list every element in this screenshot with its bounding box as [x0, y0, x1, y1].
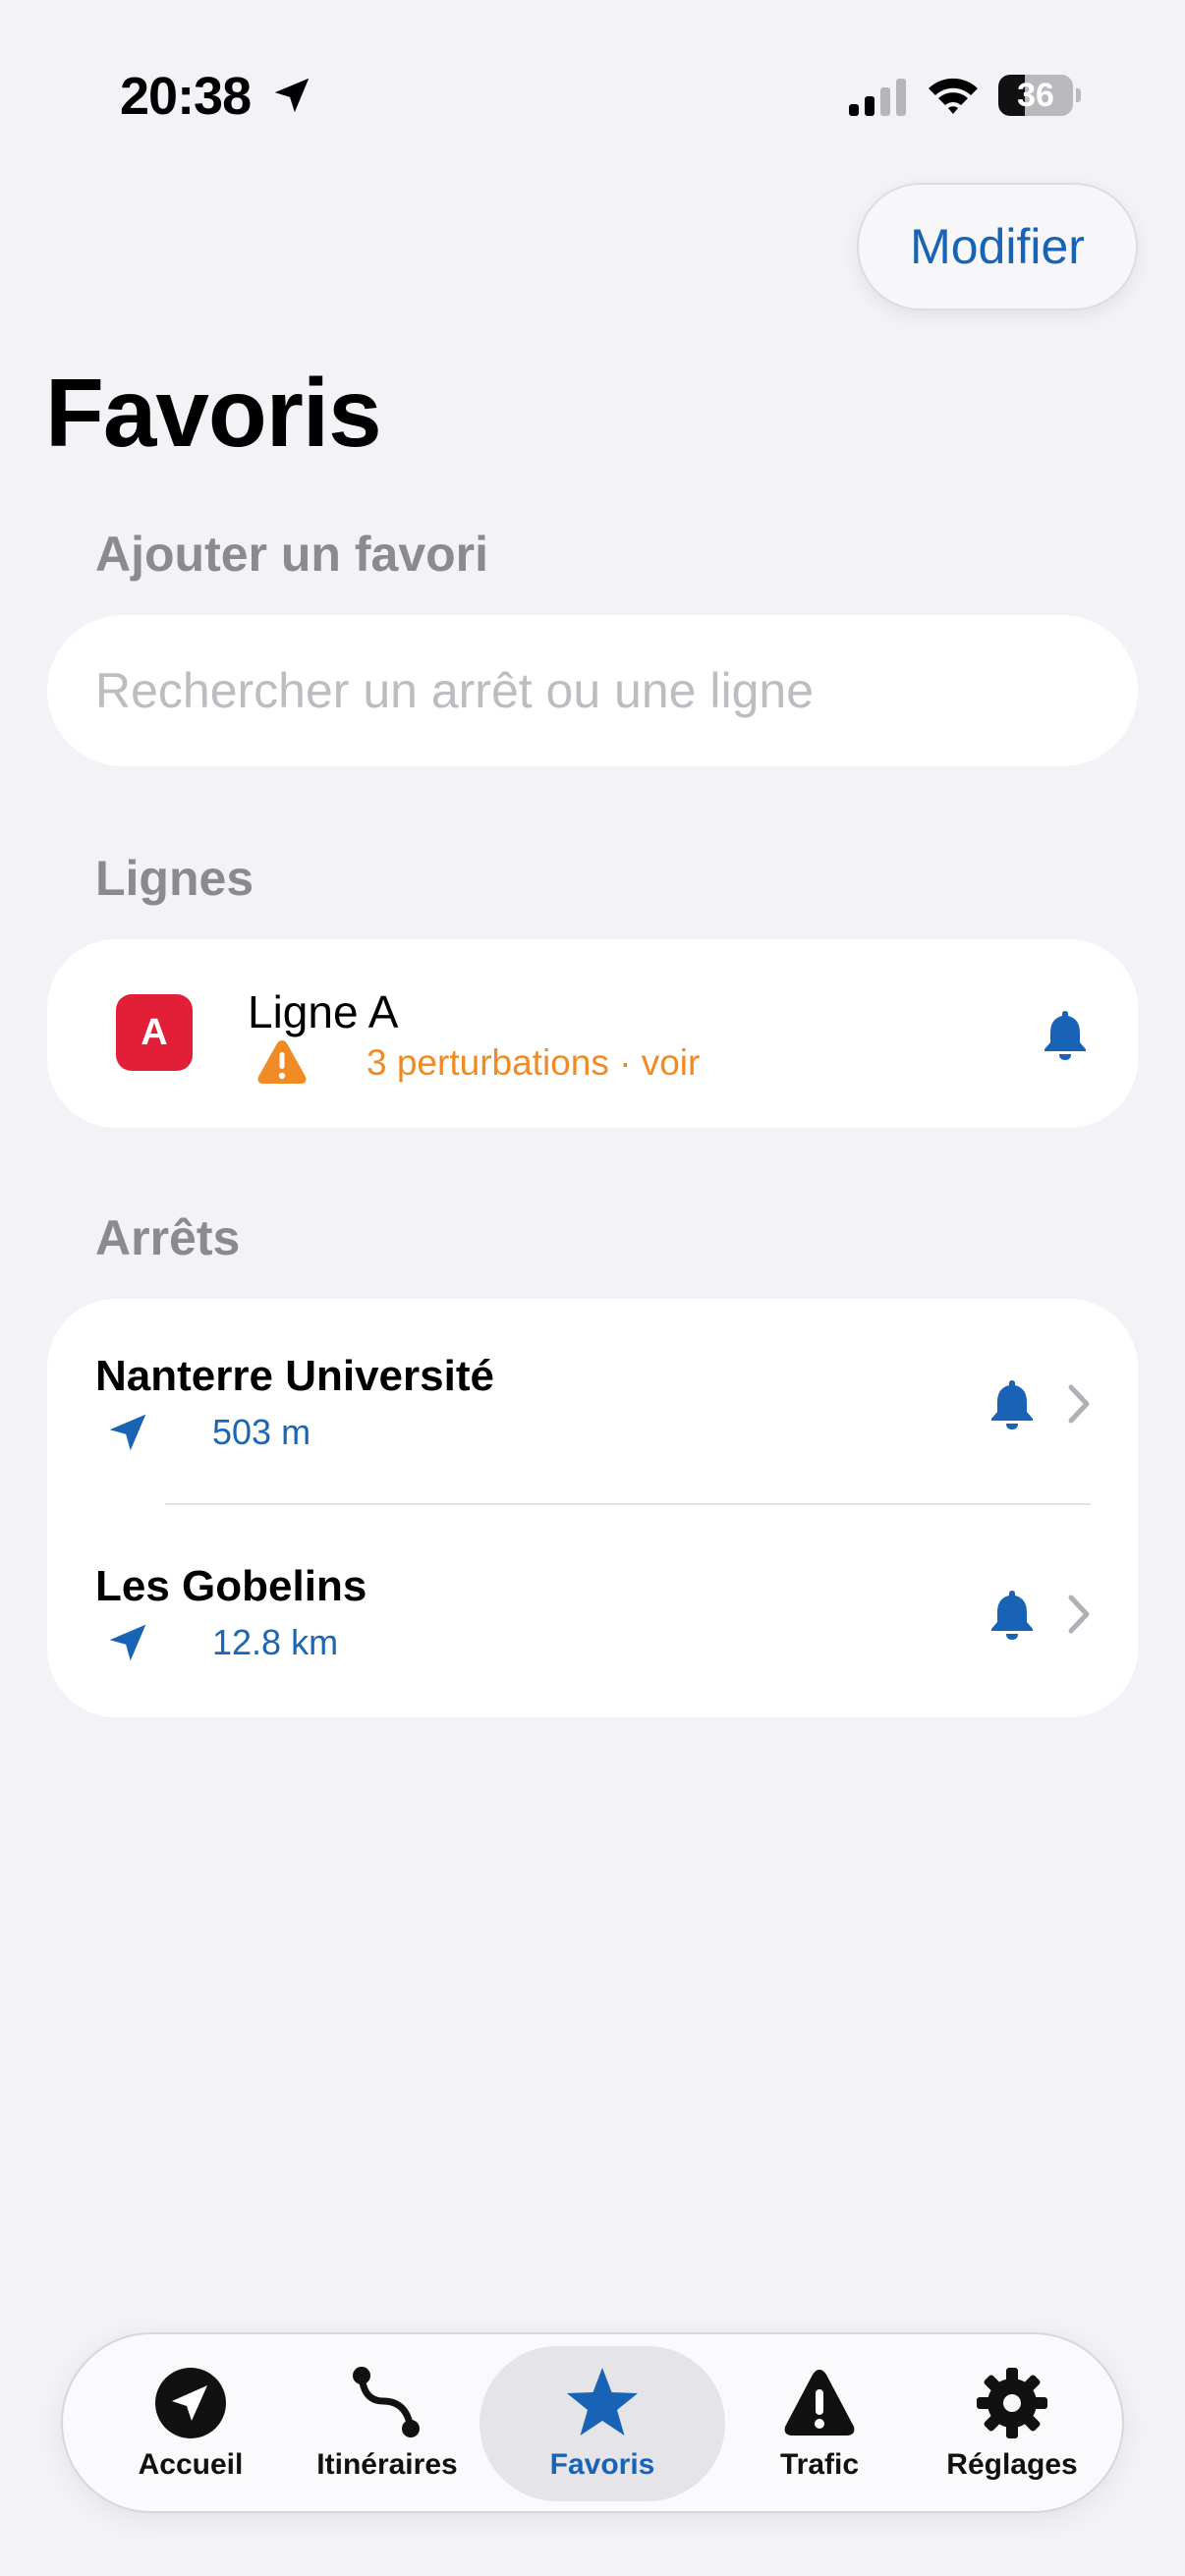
tab-trafic[interactable]: Trafic [721, 2334, 918, 2511]
location-arrow-icon [274, 78, 310, 113]
stop-distance: 503 m [212, 1412, 311, 1452]
page-title: Favoris [45, 359, 382, 467]
warning-triangle-icon [784, 2370, 855, 2436]
search-input[interactable]: Rechercher un arrêt ou une ligne [47, 615, 1138, 766]
tab-accueil[interactable]: Accueil [92, 2334, 289, 2511]
location-arrow-icon [109, 1624, 146, 1661]
gear-icon [977, 2368, 1047, 2438]
stops-card: Nanterre Université 503 m Les Gobelins 1… [47, 1299, 1138, 1717]
tab-label: Réglages [946, 2448, 1078, 2481]
tab-label: Itinéraires [316, 2448, 458, 2481]
stop-divider [165, 1503, 1091, 1505]
chevron-right-icon [1068, 1595, 1090, 1634]
line-badge: A [116, 994, 193, 1071]
tab-label: Accueil [138, 2448, 244, 2481]
stop-name: Les Gobelins [95, 1562, 367, 1610]
tab-reglages[interactable]: Réglages [914, 2334, 1110, 2511]
battery-percentage: 36 [1017, 77, 1054, 114]
location-arrow-icon [109, 1414, 146, 1451]
line-name: Ligne A [248, 986, 399, 1037]
line-disruption-status[interactable]: 3 perturbations · voir [367, 1041, 700, 1085]
tab-label: Favoris [549, 2448, 655, 2481]
bell-icon[interactable] [1042, 1008, 1089, 1061]
wifi-icon [929, 78, 978, 114]
line-card-ligne-a[interactable]: A Ligne A 3 perturbations · voir [47, 939, 1138, 1128]
route-icon [353, 2367, 420, 2437]
tab-itineraires[interactable]: Itinéraires [289, 2334, 485, 2511]
stop-distance: 12.8 km [212, 1622, 339, 1662]
status-time: 20:38 [120, 67, 252, 126]
tab-label: Trafic [779, 2448, 860, 2481]
navigation-circle-icon [155, 2368, 226, 2438]
stop-row-nanterre-universite[interactable]: Nanterre Université 503 m [47, 1299, 1138, 1509]
section-header-add-favorite: Ajouter un favori [95, 527, 489, 582]
chevron-right-icon [1068, 1384, 1090, 1424]
bell-icon[interactable] [988, 1588, 1036, 1641]
stop-row-les-gobelins[interactable]: Les Gobelins 12.8 km [47, 1509, 1138, 1719]
bell-icon[interactable] [988, 1377, 1036, 1430]
tab-bar: Accueil Itinéraires Favoris Trafic Régla… [61, 2332, 1124, 2513]
status-bar: 20:38 36 [0, 0, 1185, 187]
stop-name: Nanterre Université [95, 1352, 494, 1400]
edit-button[interactable]: Modifier [857, 183, 1138, 310]
warning-icon [257, 1040, 307, 1084]
cellular-signal-icon [849, 79, 906, 116]
section-header-stops: Arrêts [95, 1210, 241, 1265]
battery-icon: 36 [998, 75, 1081, 116]
section-header-lines: Lignes [95, 851, 254, 906]
tab-favoris[interactable]: Favoris [480, 2334, 725, 2511]
star-icon [567, 2368, 638, 2436]
